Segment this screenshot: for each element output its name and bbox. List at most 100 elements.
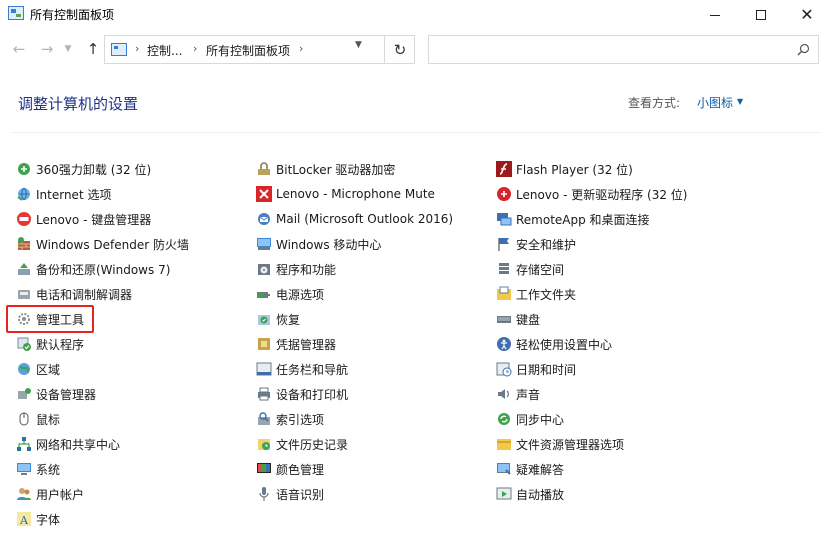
control-panel-item[interactable]: 凭据管理器 <box>256 333 336 355</box>
firewall-icon <box>16 236 32 252</box>
control-panel-item[interactable]: 日期和时间 <box>496 358 576 380</box>
control-panel-item[interactable]: BitLocker 驱动器加密 <box>256 158 395 180</box>
control-panel-item[interactable]: 360强力卸载 (32 位) <box>16 158 151 180</box>
maximize-icon <box>756 10 766 20</box>
item-label: 设备管理器 <box>36 387 97 402</box>
close-icon: ✕ <box>800 5 814 24</box>
forward-button[interactable]: → <box>36 38 58 60</box>
control-panel-item[interactable]: A 字体 <box>16 508 60 530</box>
window-title: 所有控制面板项 <box>30 8 115 22</box>
region-icon <box>16 361 32 377</box>
control-panel-item[interactable]: Flash Player (32 位) <box>496 158 633 180</box>
control-panel-item[interactable]: 轻松使用设置中心 <box>496 333 612 355</box>
breadcrumb-chevron-icon[interactable]: › <box>299 42 303 55</box>
control-panel-item[interactable]: Windows 移动中心 <box>256 233 381 255</box>
item-label: BitLocker 驱动器加密 <box>276 162 396 177</box>
item-label: 声音 <box>516 387 541 402</box>
control-panel-item[interactable]: Lenovo - Microphone Mute <box>256 183 435 205</box>
control-panel-item[interactable]: 系统 <box>16 458 60 480</box>
chevron-down-icon[interactable]: ▼ <box>737 97 743 106</box>
control-panel-item[interactable]: 存储空间 <box>496 258 564 280</box>
explorer-options-icon <box>496 436 512 452</box>
control-panel-item[interactable]: 任务栏和导航 <box>256 358 348 380</box>
control-panel-item[interactable]: 区域 <box>16 358 60 380</box>
maximize-button[interactable] <box>738 0 784 30</box>
control-panel-item[interactable]: 颜色管理 <box>256 458 324 480</box>
control-panel-item[interactable]: 设备管理器 <box>16 383 96 405</box>
close-button[interactable]: ✕ <box>784 0 828 30</box>
minimize-button[interactable] <box>692 0 738 30</box>
control-panel-item[interactable]: 网络和共享中心 <box>16 433 120 455</box>
back-arrow-icon: ← <box>12 40 26 58</box>
view-by-dropdown[interactable]: 小图标 <box>697 94 733 111</box>
control-panel-item[interactable]: 自动播放 <box>496 483 564 505</box>
item-label: 字体 <box>36 512 61 527</box>
bitlocker-icon <box>256 161 272 177</box>
refresh-button[interactable]: ↻ <box>384 35 415 64</box>
credential-manager-icon <box>256 336 272 352</box>
control-panel-item[interactable]: 声音 <box>496 383 540 405</box>
breadcrumb-chevron-icon[interactable]: › <box>193 42 197 55</box>
uninstall-icon <box>16 161 32 177</box>
taskbar-icon <box>256 361 272 377</box>
breadcrumb-item-all-items[interactable]: 所有控制面板项 <box>206 42 290 59</box>
control-panel-item[interactable]: 用户帐户 <box>16 483 84 505</box>
back-button[interactable]: ← <box>8 38 30 60</box>
control-panel-item[interactable]: RemoteApp 和桌面连接 <box>496 208 650 230</box>
control-panel-item[interactable]: 电话和调制解调器 <box>16 283 132 305</box>
control-panel-icon <box>111 43 127 56</box>
control-panel-item[interactable]: Internet 选项 <box>16 183 111 205</box>
highlight-box <box>6 305 94 333</box>
control-panel-item[interactable]: Lenovo - 更新驱动程序 (32 位) <box>496 183 687 205</box>
control-panel-item[interactable]: 文件资源管理器选项 <box>496 433 624 455</box>
item-label: 安全和维护 <box>516 237 577 252</box>
control-panel-item[interactable]: 疑难解答 <box>496 458 564 480</box>
fonts-icon: A <box>16 511 32 527</box>
control-panel-item[interactable]: Lenovo - 键盘管理器 <box>16 208 151 230</box>
control-panel-item[interactable]: 语音识别 <box>256 483 324 505</box>
item-label: 凭据管理器 <box>276 337 337 352</box>
flash-icon <box>496 161 512 177</box>
svg-text:A: A <box>19 514 29 527</box>
troubleshooting-icon <box>496 461 512 477</box>
item-label: 语音识别 <box>276 487 325 502</box>
control-panel-item[interactable]: 工作文件夹 <box>496 283 576 305</box>
control-panel-item[interactable]: 程序和功能 <box>256 258 336 280</box>
phone-modem-icon <box>16 286 32 302</box>
control-panel-item[interactable]: Windows Defender 防火墙 <box>16 233 189 255</box>
control-panel-item[interactable]: 设备和打印机 <box>256 383 348 405</box>
control-panel-item[interactable]: 安全和维护 <box>496 233 576 255</box>
printer-icon <box>256 386 272 402</box>
search-input[interactable] <box>428 35 819 64</box>
security-flag-icon <box>496 236 512 252</box>
control-panel-item[interactable]: 同步中心 <box>496 408 564 430</box>
item-label: 文件资源管理器选项 <box>516 437 625 452</box>
control-panel-item[interactable]: 索引选项 <box>256 408 324 430</box>
control-panel-item[interactable]: 文件历史记录 <box>256 433 348 455</box>
item-label: Flash Player (32 位) <box>516 162 633 177</box>
control-panel-item[interactable]: 电源选项 <box>256 283 324 305</box>
item-label: Lenovo - 键盘管理器 <box>36 212 152 227</box>
internet-options-icon <box>16 186 32 202</box>
control-panel-item[interactable]: 默认程序 <box>16 333 84 355</box>
control-panel-item[interactable]: Mail (Microsoft Outlook 2016) <box>256 208 453 230</box>
control-panel-item[interactable]: 键盘 <box>496 308 540 330</box>
file-history-icon <box>256 436 272 452</box>
page-title: 调整计算机的设置 <box>18 95 139 113</box>
recent-locations-button[interactable]: ▼ <box>62 38 74 60</box>
speech-recognition-icon <box>256 486 272 502</box>
item-label: 工作文件夹 <box>516 287 577 302</box>
power-options-icon <box>256 286 272 302</box>
up-button[interactable]: ↑ <box>82 38 104 60</box>
chevron-down-icon: ▼ <box>64 44 72 54</box>
control-panel-item[interactable]: 鼠标 <box>16 408 60 430</box>
work-folders-icon <box>496 286 512 302</box>
control-panel-item[interactable]: 恢复 <box>256 308 300 330</box>
control-panel-item[interactable]: 备份和还原(Windows 7) <box>16 258 170 280</box>
item-label: 网络和共享中心 <box>36 437 121 452</box>
item-label: Lenovo - Microphone Mute <box>276 187 435 201</box>
address-dropdown-icon[interactable]: ▼ <box>355 40 362 50</box>
item-label: 电话和调制解调器 <box>36 287 133 302</box>
address-bar[interactable]: › 控制... › 所有控制面板项 › <box>104 35 415 64</box>
breadcrumb-item-control[interactable]: 控制... <box>147 42 182 59</box>
